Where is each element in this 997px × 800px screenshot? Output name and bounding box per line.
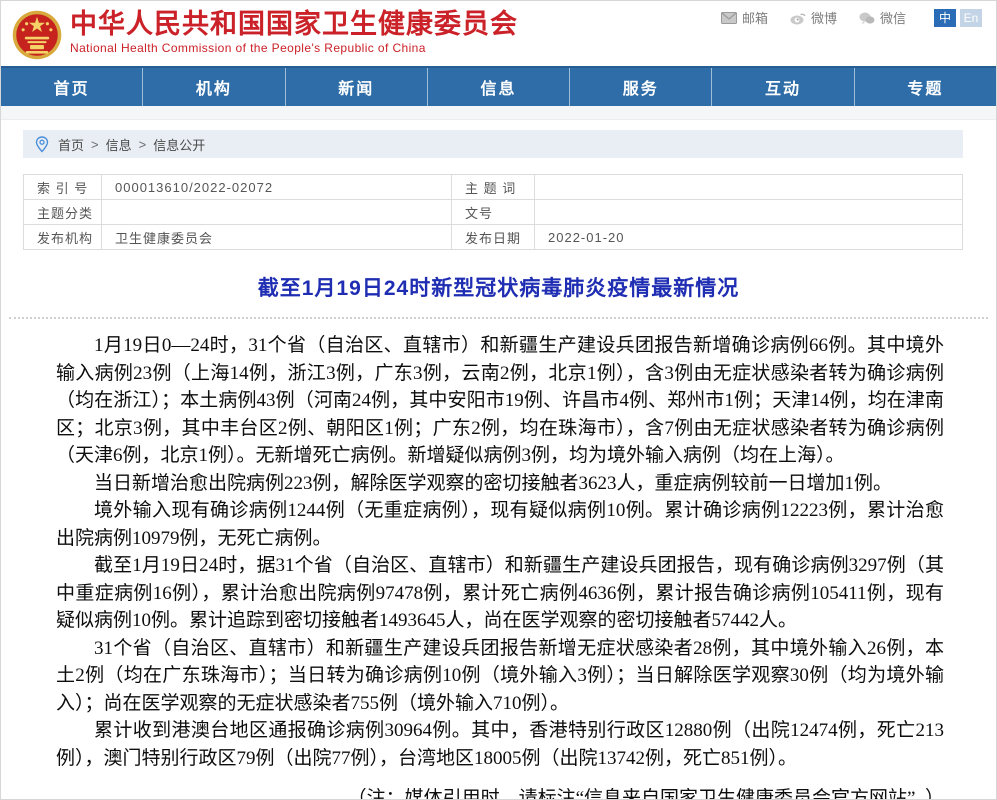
nav-item-service[interactable]: 服务 bbox=[570, 68, 712, 106]
breadcrumb-info[interactable]: 信息 bbox=[106, 135, 132, 154]
meta-label-subject-words: 主 题 词 bbox=[452, 175, 535, 200]
weibo-icon bbox=[790, 11, 806, 25]
lang-en-button[interactable]: En bbox=[960, 9, 982, 27]
meta-value-doc-no bbox=[535, 200, 963, 225]
article-paragraph: 境外输入现有确诊病例1244例（无重症病例），现有疑似病例10例。累计确诊病例1… bbox=[56, 497, 944, 552]
breadcrumb-separator: > bbox=[139, 137, 147, 152]
site-title-zh: 中华人民共和国国家卫生健康委员会 bbox=[70, 9, 518, 39]
article-paragraph: 1月19日0—24时，31个省（自治区、直辖市）和新疆生产建设兵团报告新增确诊病… bbox=[56, 332, 944, 470]
meta-value-index-no: 000013610/2022-02072 bbox=[102, 175, 452, 200]
nav-item-info[interactable]: 信息 bbox=[428, 68, 570, 106]
document-meta-table: 索 引 号 000013610/2022-02072 主 题 词 主题分类 文号… bbox=[23, 174, 963, 250]
breadcrumb-separator: > bbox=[91, 137, 99, 152]
lang-zh-button[interactable]: 中 bbox=[934, 9, 956, 27]
mail-link[interactable]: 邮箱 bbox=[721, 8, 768, 27]
meta-value-subject-words bbox=[535, 175, 963, 200]
main-nav: 首页 机构 新闻 信息 服务 互动 专题 bbox=[1, 66, 996, 106]
nav-item-special[interactable]: 专题 bbox=[855, 68, 996, 106]
meta-label-doc-no: 文号 bbox=[452, 200, 535, 225]
meta-value-publisher: 卫生健康委员会 bbox=[102, 225, 452, 250]
meta-value-publish-date: 2022-01-20 bbox=[535, 225, 963, 250]
table-row: 发布机构 卫生健康委员会 发布日期 2022-01-20 bbox=[24, 225, 963, 250]
site-titles: 中华人民共和国国家卫生健康委员会 National Health Commiss… bbox=[70, 7, 518, 55]
meta-value-category bbox=[102, 200, 452, 225]
article-paragraph: 累计收到港澳台地区通报确诊病例30964例。其中，香港特别行政区12880例（出… bbox=[56, 717, 944, 772]
page: 中华人民共和国国家卫生健康委员会 National Health Commiss… bbox=[0, 0, 997, 800]
weibo-link[interactable]: 微博 bbox=[790, 8, 837, 27]
wechat-link[interactable]: 微信 bbox=[859, 8, 906, 27]
nav-item-news[interactable]: 新闻 bbox=[286, 68, 428, 106]
table-row: 主题分类 文号 bbox=[24, 200, 963, 225]
meta-label-publisher: 发布机构 bbox=[24, 225, 102, 250]
weibo-label: 微博 bbox=[811, 8, 837, 27]
breadcrumb: 首页 > 信息 > 信息公开 bbox=[23, 130, 963, 158]
article-paragraph: 截至1月19日24时，据31个省（自治区、直辖市）和新疆生产建设兵团报告，现有确… bbox=[56, 552, 944, 635]
nav-sub-strip bbox=[1, 106, 996, 120]
mail-icon bbox=[721, 11, 737, 25]
breadcrumb-info-disclosure[interactable]: 信息公开 bbox=[153, 135, 205, 154]
nav-item-org[interactable]: 机构 bbox=[143, 68, 285, 106]
breadcrumb-home[interactable]: 首页 bbox=[58, 135, 84, 154]
meta-label-publish-date: 发布日期 bbox=[452, 225, 535, 250]
header-tools: 邮箱 微博 微信 中 En bbox=[721, 8, 982, 27]
language-switcher: 中 En bbox=[934, 9, 982, 27]
site-title-en: National Health Commission of the People… bbox=[70, 41, 518, 55]
nav-item-interact[interactable]: 互动 bbox=[712, 68, 854, 106]
site-header: 中华人民共和国国家卫生健康委员会 National Health Commiss… bbox=[1, 1, 996, 66]
article-paragraph: 31个省（自治区、直辖市）和新疆生产建设兵团报告新增无症状感染者28例，其中境外… bbox=[56, 635, 944, 718]
article-paragraph: 当日新增治愈出院病例223例，解除医学观察的密切接触者3623人，重症病例较前一… bbox=[56, 470, 944, 498]
nav-item-home[interactable]: 首页 bbox=[1, 68, 143, 106]
article-body: 1月19日0—24时，31个省（自治区、直辖市）和新疆生产建设兵团报告新增确诊病… bbox=[1, 319, 996, 800]
citation-note: （注：媒体引用时，请标注“信息来自国家卫生健康委员会官方网站”。） bbox=[56, 785, 944, 800]
page-title: 截至1月19日24时新型冠状病毒肺炎疫情最新情况 bbox=[1, 272, 996, 302]
meta-label-index-no: 索 引 号 bbox=[24, 175, 102, 200]
location-pin-icon bbox=[35, 136, 49, 153]
wechat-label: 微信 bbox=[880, 8, 906, 27]
meta-label-category: 主题分类 bbox=[24, 200, 102, 225]
mail-label: 邮箱 bbox=[742, 8, 768, 27]
national-emblem-icon bbox=[11, 9, 63, 61]
table-row: 索 引 号 000013610/2022-02072 主 题 词 bbox=[24, 175, 963, 200]
wechat-icon bbox=[859, 11, 875, 25]
